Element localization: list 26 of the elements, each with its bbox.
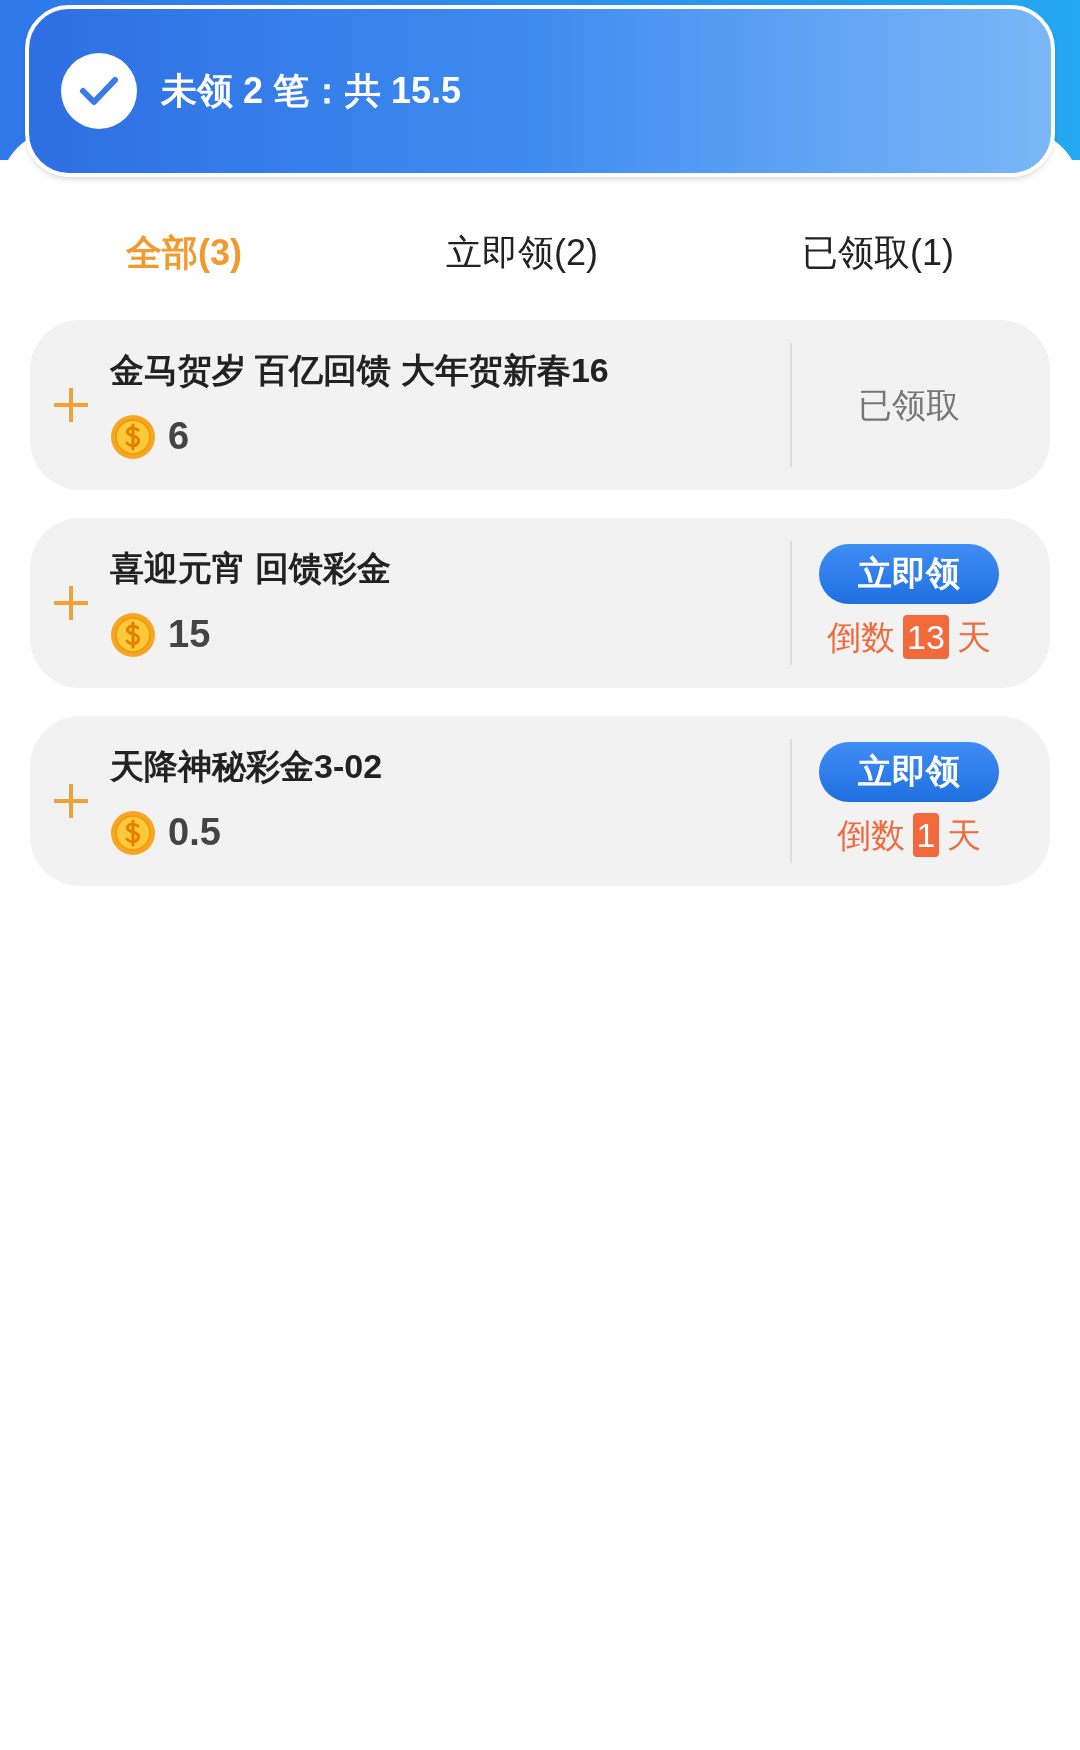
reward-title: 天降神秘彩金3-02 xyxy=(110,746,384,787)
reward-amount: 15 xyxy=(168,612,211,657)
plus-icon xyxy=(52,782,90,820)
days-unit: 天 xyxy=(956,616,991,658)
plus-icon xyxy=(52,386,90,424)
claim-button[interactable]: 立即领 xyxy=(819,741,999,802)
countdown-label: 倒数 xyxy=(836,814,905,856)
filter-tab[interactable]: 已领取(1) xyxy=(802,226,954,280)
plus-icon xyxy=(52,584,90,622)
reward-title: 金马贺岁 百亿回馈 大年贺新春16 xyxy=(110,350,610,391)
filter-tab[interactable]: 全部(3) xyxy=(126,226,242,280)
reward-amount: 0.5 xyxy=(168,810,221,855)
days-badge: 13 xyxy=(903,615,949,659)
coin-icon xyxy=(110,413,156,460)
summary-text: 未领 2 笔：共 15.5 xyxy=(161,69,462,113)
days-badge: 1 xyxy=(912,813,940,857)
check-icon xyxy=(61,53,137,129)
countdown-label: 倒数 xyxy=(827,616,896,658)
claim-button[interactable]: 立即领 xyxy=(819,543,999,604)
days-unit: 天 xyxy=(947,814,982,856)
reward-amount: 6 xyxy=(168,414,190,459)
claimed-status: 已领取 xyxy=(858,384,960,426)
reward-title: 喜迎元宵 回馈彩金 xyxy=(110,548,393,589)
coin-icon xyxy=(110,611,156,658)
filter-tab[interactable]: 立即领(2) xyxy=(446,226,598,280)
coin-icon xyxy=(110,809,156,856)
